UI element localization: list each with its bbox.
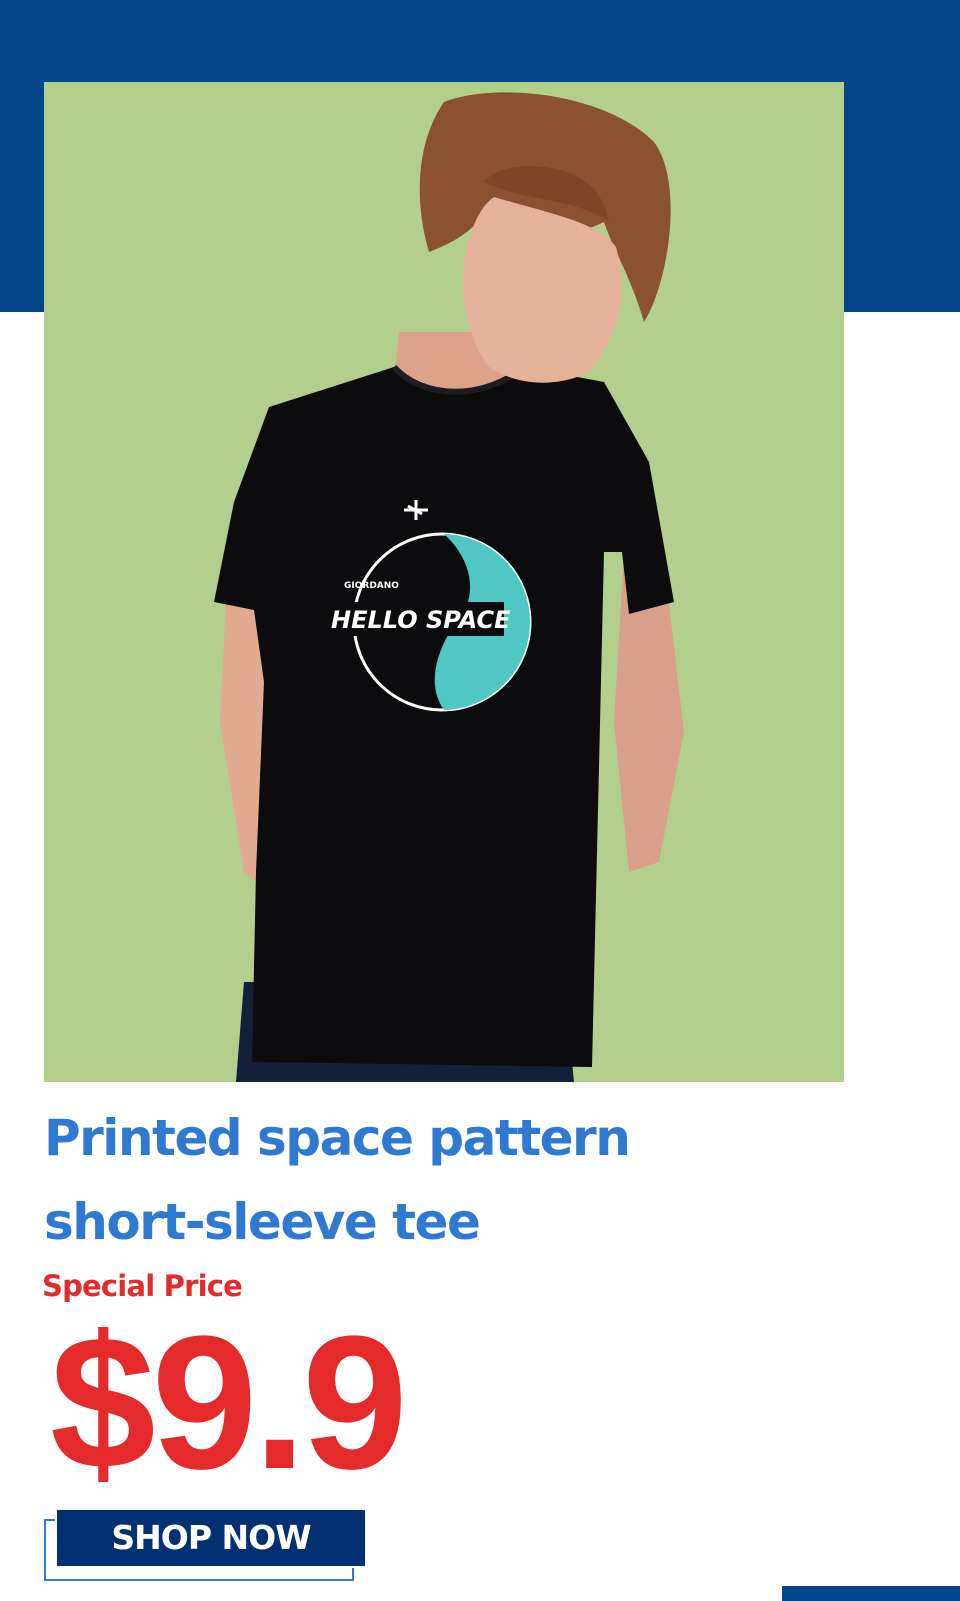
product-title: Printed space pattern short-sleeve tee [44, 1096, 744, 1264]
tee-print-brand: GIORDANO [344, 581, 399, 591]
corner-accent-bar [782, 1586, 960, 1601]
product-title-line-2: short-sleeve tee [44, 1193, 481, 1251]
product-title-line-1: Printed space pattern [44, 1109, 631, 1167]
product-photo: GIORDANO HELLO SPACE [44, 82, 844, 1082]
price-value: $9.9 [50, 1297, 408, 1509]
tee-print-slogan: HELLO SPACE [331, 606, 511, 634]
shop-now-button[interactable]: SHOP NOW [55, 1508, 367, 1568]
